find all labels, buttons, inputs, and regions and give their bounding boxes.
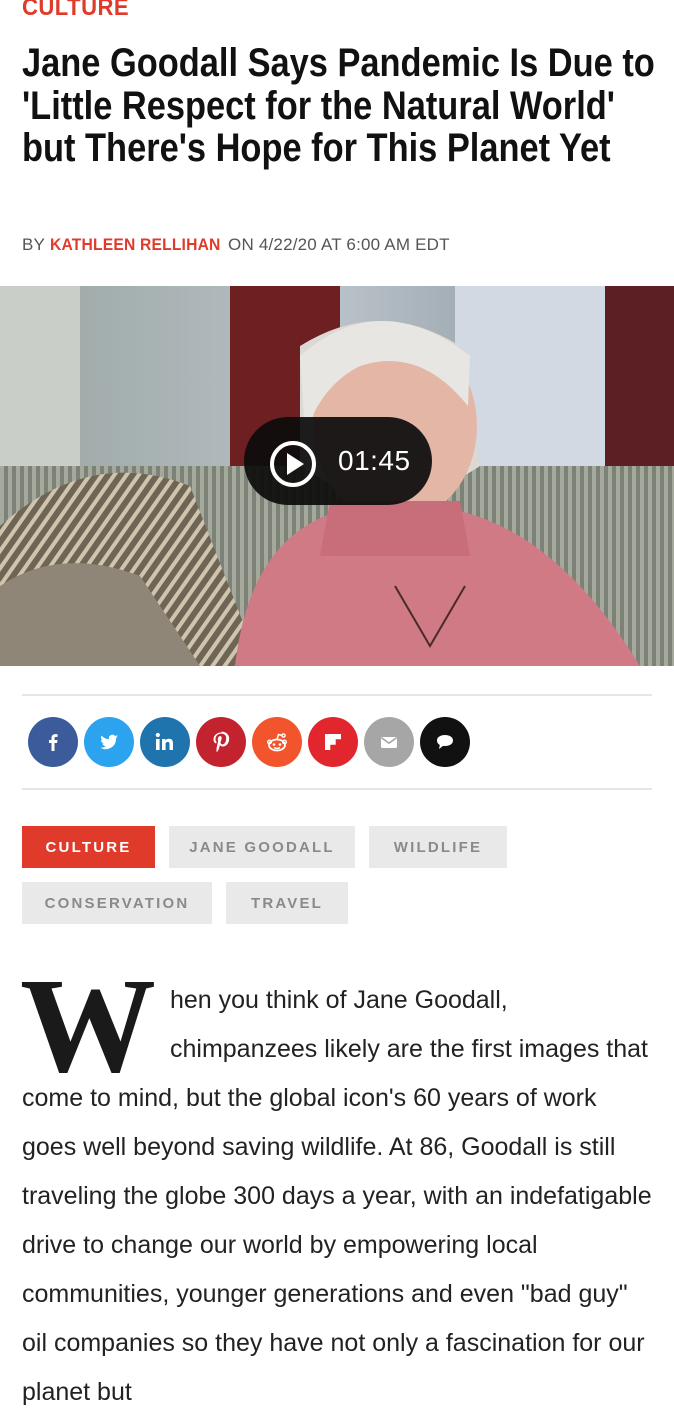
pinterest-icon: [213, 731, 230, 753]
section-label[interactable]: CULTURE: [22, 0, 129, 22]
tag-culture[interactable]: CULTURE: [22, 826, 155, 868]
comments-button[interactable]: [420, 717, 470, 767]
flipboard-icon: [325, 734, 341, 750]
tag-wildlife[interactable]: WILDLIFE: [369, 826, 507, 868]
reddit-share-button[interactable]: [252, 717, 302, 767]
byline-date: ON 4/22/20 AT 6:00 AM EDT: [228, 235, 450, 254]
article-body: When you think of Jane Goodall, chimpanz…: [20, 951, 652, 1414]
pinterest-share-button[interactable]: [196, 717, 246, 767]
flipboard-share-button[interactable]: [308, 717, 358, 767]
twitter-icon: [100, 734, 118, 750]
linkedin-share-button[interactable]: [140, 717, 190, 767]
divider-bottom: [22, 788, 652, 790]
linkedin-icon: [155, 732, 173, 750]
byline-prefix: BY: [22, 235, 45, 254]
reddit-icon: [267, 733, 288, 752]
tag-travel[interactable]: TRAVEL: [226, 882, 348, 924]
play-circle-icon: [270, 441, 316, 487]
byline: BY KATHLEEN RELLIHAN ON 4/22/20 AT 6:00 …: [22, 235, 450, 255]
email-icon: [381, 737, 397, 748]
author-link[interactable]: KATHLEEN RELLIHAN: [50, 235, 221, 255]
comment-bubble-icon: [437, 735, 453, 749]
twitter-share-button[interactable]: [84, 717, 134, 767]
tag-jane-goodall[interactable]: JANE GOODALL: [169, 826, 355, 868]
facebook-icon: [49, 734, 58, 751]
tag-conservation[interactable]: CONSERVATION: [22, 882, 212, 924]
drop-cap: W: [20, 951, 156, 1101]
video-duration: 01:45: [338, 445, 411, 476]
facebook-share-button[interactable]: [28, 717, 78, 767]
divider-top: [22, 694, 652, 696]
article-headline: Jane Goodall Says Pandemic Is Due to 'Li…: [22, 41, 655, 170]
share-bar: [28, 717, 488, 767]
email-share-button[interactable]: [364, 717, 414, 767]
